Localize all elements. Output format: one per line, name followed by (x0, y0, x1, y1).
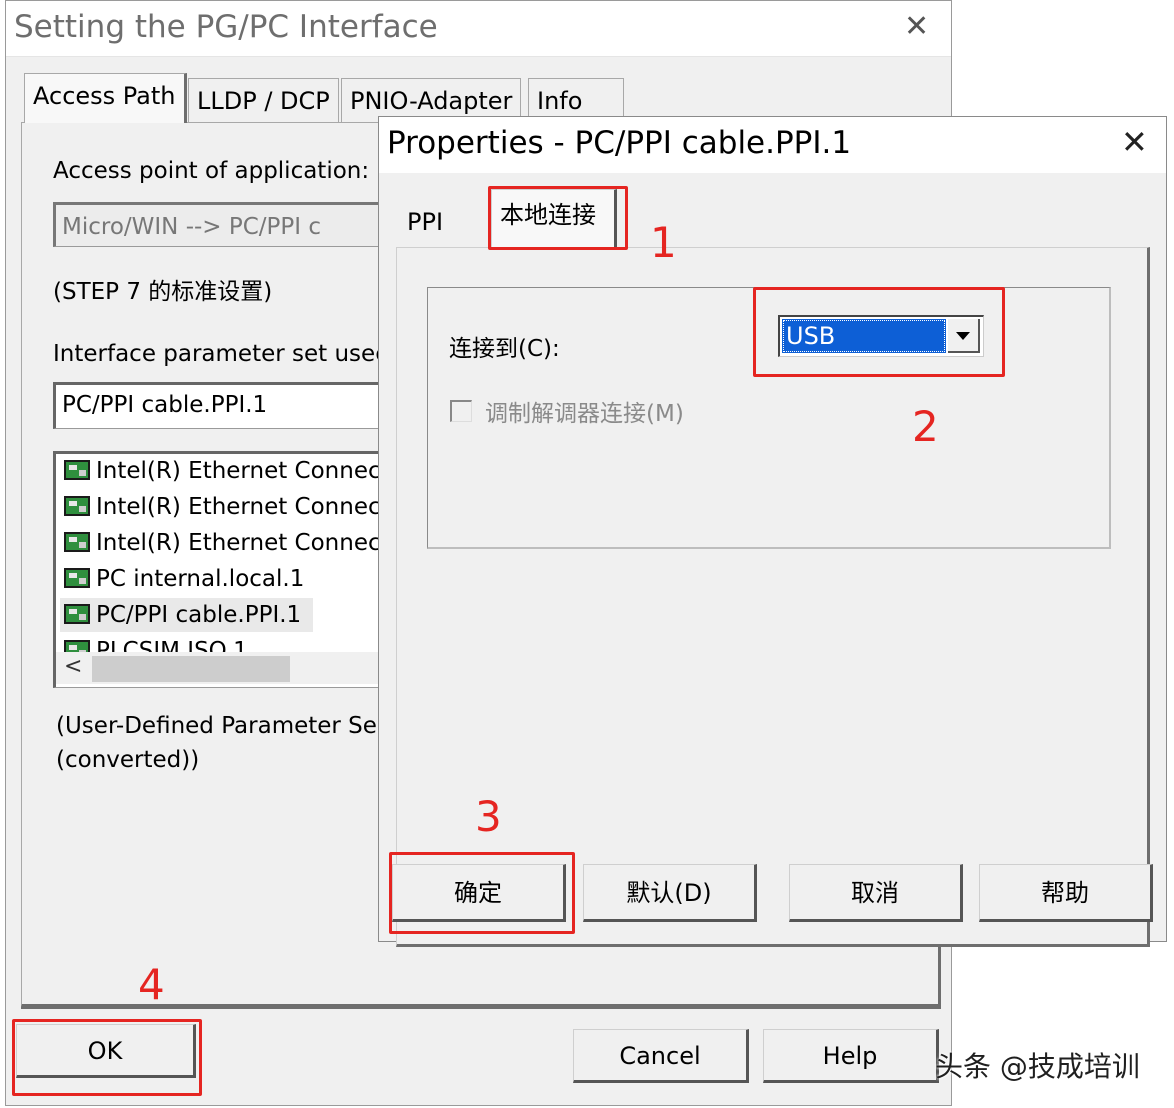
help-button[interactable]: Help (763, 1029, 939, 1083)
annotation-number-3: 3 (475, 792, 502, 841)
list-item-label: Intel(R) Ethernet Connec (96, 494, 381, 520)
annotation-box-2 (753, 287, 1005, 377)
user-defined-label-2: (converted)) (56, 747, 200, 773)
default-button[interactable]: 默认(D) (583, 864, 757, 922)
network-adapter-icon (64, 568, 90, 588)
network-adapter-icon (64, 604, 90, 624)
tab-label: PNIO-Adapter (350, 87, 513, 115)
modem-checkbox[interactable] (450, 400, 472, 422)
scrollbar-thumb[interactable] (92, 656, 290, 682)
cancel-button-label: Cancel (619, 1042, 701, 1070)
list-item[interactable]: PC internal.local.1 (60, 562, 316, 596)
horizontal-scrollbar[interactable]: < (56, 652, 392, 684)
network-adapter-icon (64, 496, 90, 516)
list-item-label: PC/PPI cable.PPI.1 (96, 602, 302, 628)
list-item-label: Intel(R) Ethernet Connec (96, 530, 381, 556)
network-adapter-icon (64, 460, 90, 480)
tab-label: Info (537, 87, 583, 115)
help-button[interactable]: 帮助 (979, 864, 1153, 922)
titlebar-divider (6, 56, 951, 57)
access-point-label: Access point of application: (53, 158, 370, 184)
annotation-number-2: 2 (912, 402, 939, 451)
tab-label: Access Path (33, 82, 176, 110)
network-adapter-icon (64, 532, 90, 552)
watermark: 头条 @技成培训 (935, 1050, 1140, 1083)
interface-list[interactable]: Intel(R) Ethernet Connec Intel(R) Ethern… (53, 451, 393, 688)
param-set-field[interactable]: PC/PPI cable.PPI.1 (53, 382, 393, 429)
close-icon[interactable]: ✕ (904, 9, 929, 44)
close-icon[interactable]: ✕ (1121, 123, 1148, 161)
cancel-button[interactable]: Cancel (573, 1029, 749, 1083)
tab-access-path[interactable]: Access Path (24, 73, 187, 123)
tab-label: PPI (407, 208, 444, 236)
list-item-label: Intel(R) Ethernet Connec (96, 458, 381, 484)
tab-ppi[interactable]: PPI (399, 197, 451, 247)
param-set-label: Interface parameter set usec (53, 341, 388, 367)
dialog-titlebar: Properties - PC/PPI cable.PPI.1 ✕ (379, 117, 1166, 173)
access-point-field[interactable]: Micro/WIN --> PC/PPI c (53, 202, 393, 247)
user-defined-label: (User-Defined Parameter Se (56, 713, 377, 739)
modem-checkbox-label: 调制解调器连接(M) (485, 401, 684, 427)
annotation-box-3 (389, 852, 575, 934)
scroll-left-icon[interactable]: < (64, 654, 82, 679)
window-title: Setting the PG/PC Interface (14, 9, 438, 45)
tab-local-connection[interactable]: 本地连接 (491, 189, 617, 247)
list-item[interactable]: Intel(R) Ethernet Connec (60, 526, 392, 560)
tab-label: LLDP / DCP (197, 87, 330, 115)
help-button-label: Help (822, 1042, 878, 1070)
annotation-box-4 (12, 1019, 202, 1096)
dialog-title: Properties - PC/PPI cable.PPI.1 (387, 125, 852, 161)
cancel-button[interactable]: 取消 (789, 864, 963, 922)
cancel-button-label: 取消 (851, 879, 899, 907)
list-item[interactable]: Intel(R) Ethernet Connec (60, 490, 392, 524)
tab-lldp-dcp[interactable]: LLDP / DCP (188, 78, 339, 123)
standard-settings-note: (STEP 7 的标准设置) (53, 279, 273, 305)
annotation-number-4: 4 (138, 960, 165, 1009)
list-item-label: PC internal.local.1 (96, 566, 305, 592)
tab-label: 本地连接 (500, 201, 596, 229)
annotation-number-1: 1 (650, 218, 677, 267)
connect-to-label: 连接到(C): (449, 336, 560, 362)
list-item-selected[interactable]: PC/PPI cable.PPI.1 (60, 598, 314, 632)
list-item[interactable]: Intel(R) Ethernet Connec (60, 454, 392, 488)
window-titlebar: Setting the PG/PC Interface ✕ (6, 1, 951, 56)
help-button-label: 帮助 (1041, 879, 1089, 907)
default-button-label: 默认(D) (626, 879, 712, 907)
